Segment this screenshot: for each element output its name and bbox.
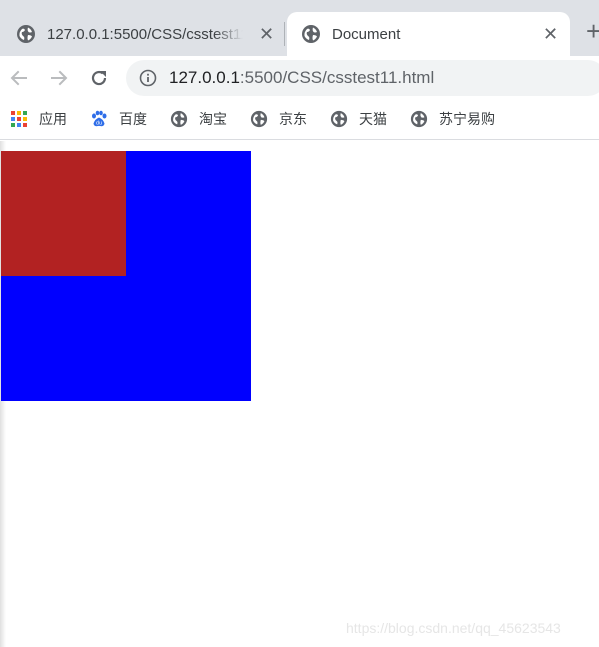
url-text[interactable]: 127.0.0.1:5500/CSS/csstest11.html: [169, 68, 434, 88]
apps-grid-icon: [11, 111, 27, 127]
tab-title: Document: [332, 25, 401, 43]
bookmark-label: 天猫: [359, 111, 387, 127]
new-tab-button[interactable]: +: [586, 18, 599, 44]
bookmark-jd[interactable]: 京东: [250, 108, 307, 130]
bookmark-label: 苏宁易购: [439, 111, 495, 127]
close-tab-icon[interactable]: ✕: [543, 25, 558, 43]
globe-icon: [410, 110, 428, 128]
tab-strip: 127.0.0.1:5500/CSS/csstest11.html ✕ Docu…: [0, 0, 599, 56]
url-host: 127.0.0.1: [169, 68, 240, 87]
baidu-paw-icon: du: [92, 110, 107, 127]
bookmark-label: 百度: [119, 111, 147, 127]
bookmark-suning[interactable]: 苏宁易购: [410, 108, 495, 130]
globe-icon: [330, 110, 348, 128]
bookmark-label: 淘宝: [199, 111, 227, 127]
reload-icon[interactable]: [86, 65, 112, 91]
watermark-text: https://blog.csdn.net/qq_45623543: [346, 620, 561, 636]
close-tab-icon[interactable]: ✕: [259, 25, 274, 43]
globe-icon: [17, 25, 35, 43]
tab-csstest11[interactable]: 127.0.0.1:5500/CSS/csstest11.html ✕: [0, 12, 284, 56]
tab-document[interactable]: Document ✕: [287, 12, 570, 56]
arrow-right-icon[interactable]: [46, 65, 72, 91]
globe-icon: [250, 110, 268, 128]
tab-title: 127.0.0.1:5500/CSS/csstest11.html: [47, 25, 243, 43]
bookmark-label: 应用: [39, 111, 67, 127]
tab-separator: [284, 22, 285, 46]
bookmarks-bar: 应用 du 百度 淘宝 京东 天猫 苏宁易购: [0, 100, 599, 140]
info-icon[interactable]: [139, 69, 157, 87]
bookmark-tmall[interactable]: 天猫: [330, 108, 387, 130]
bookmark-apps[interactable]: 应用: [10, 108, 67, 130]
globe-icon: [170, 110, 188, 128]
svg-text:du: du: [96, 121, 102, 127]
globe-icon: [302, 25, 320, 43]
inner-red-box: [1, 151, 126, 276]
bookmark-baidu[interactable]: du 百度: [90, 108, 147, 130]
bookmark-taobao[interactable]: 淘宝: [170, 108, 227, 130]
toolbar: 127.0.0.1:5500/CSS/csstest11.html: [0, 56, 599, 100]
url-path: :5500/CSS/csstest11.html: [239, 68, 435, 87]
address-bar[interactable]: 127.0.0.1:5500/CSS/csstest11.html: [126, 60, 599, 96]
bookmark-label: 京东: [279, 111, 307, 127]
arrow-left-icon[interactable]: [6, 65, 32, 91]
outer-blue-box: [1, 151, 251, 401]
page-viewport: https://blog.csdn.net/qq_45623543: [0, 141, 599, 647]
browser-window: 127.0.0.1:5500/CSS/csstest11.html ✕ Docu…: [0, 0, 599, 647]
